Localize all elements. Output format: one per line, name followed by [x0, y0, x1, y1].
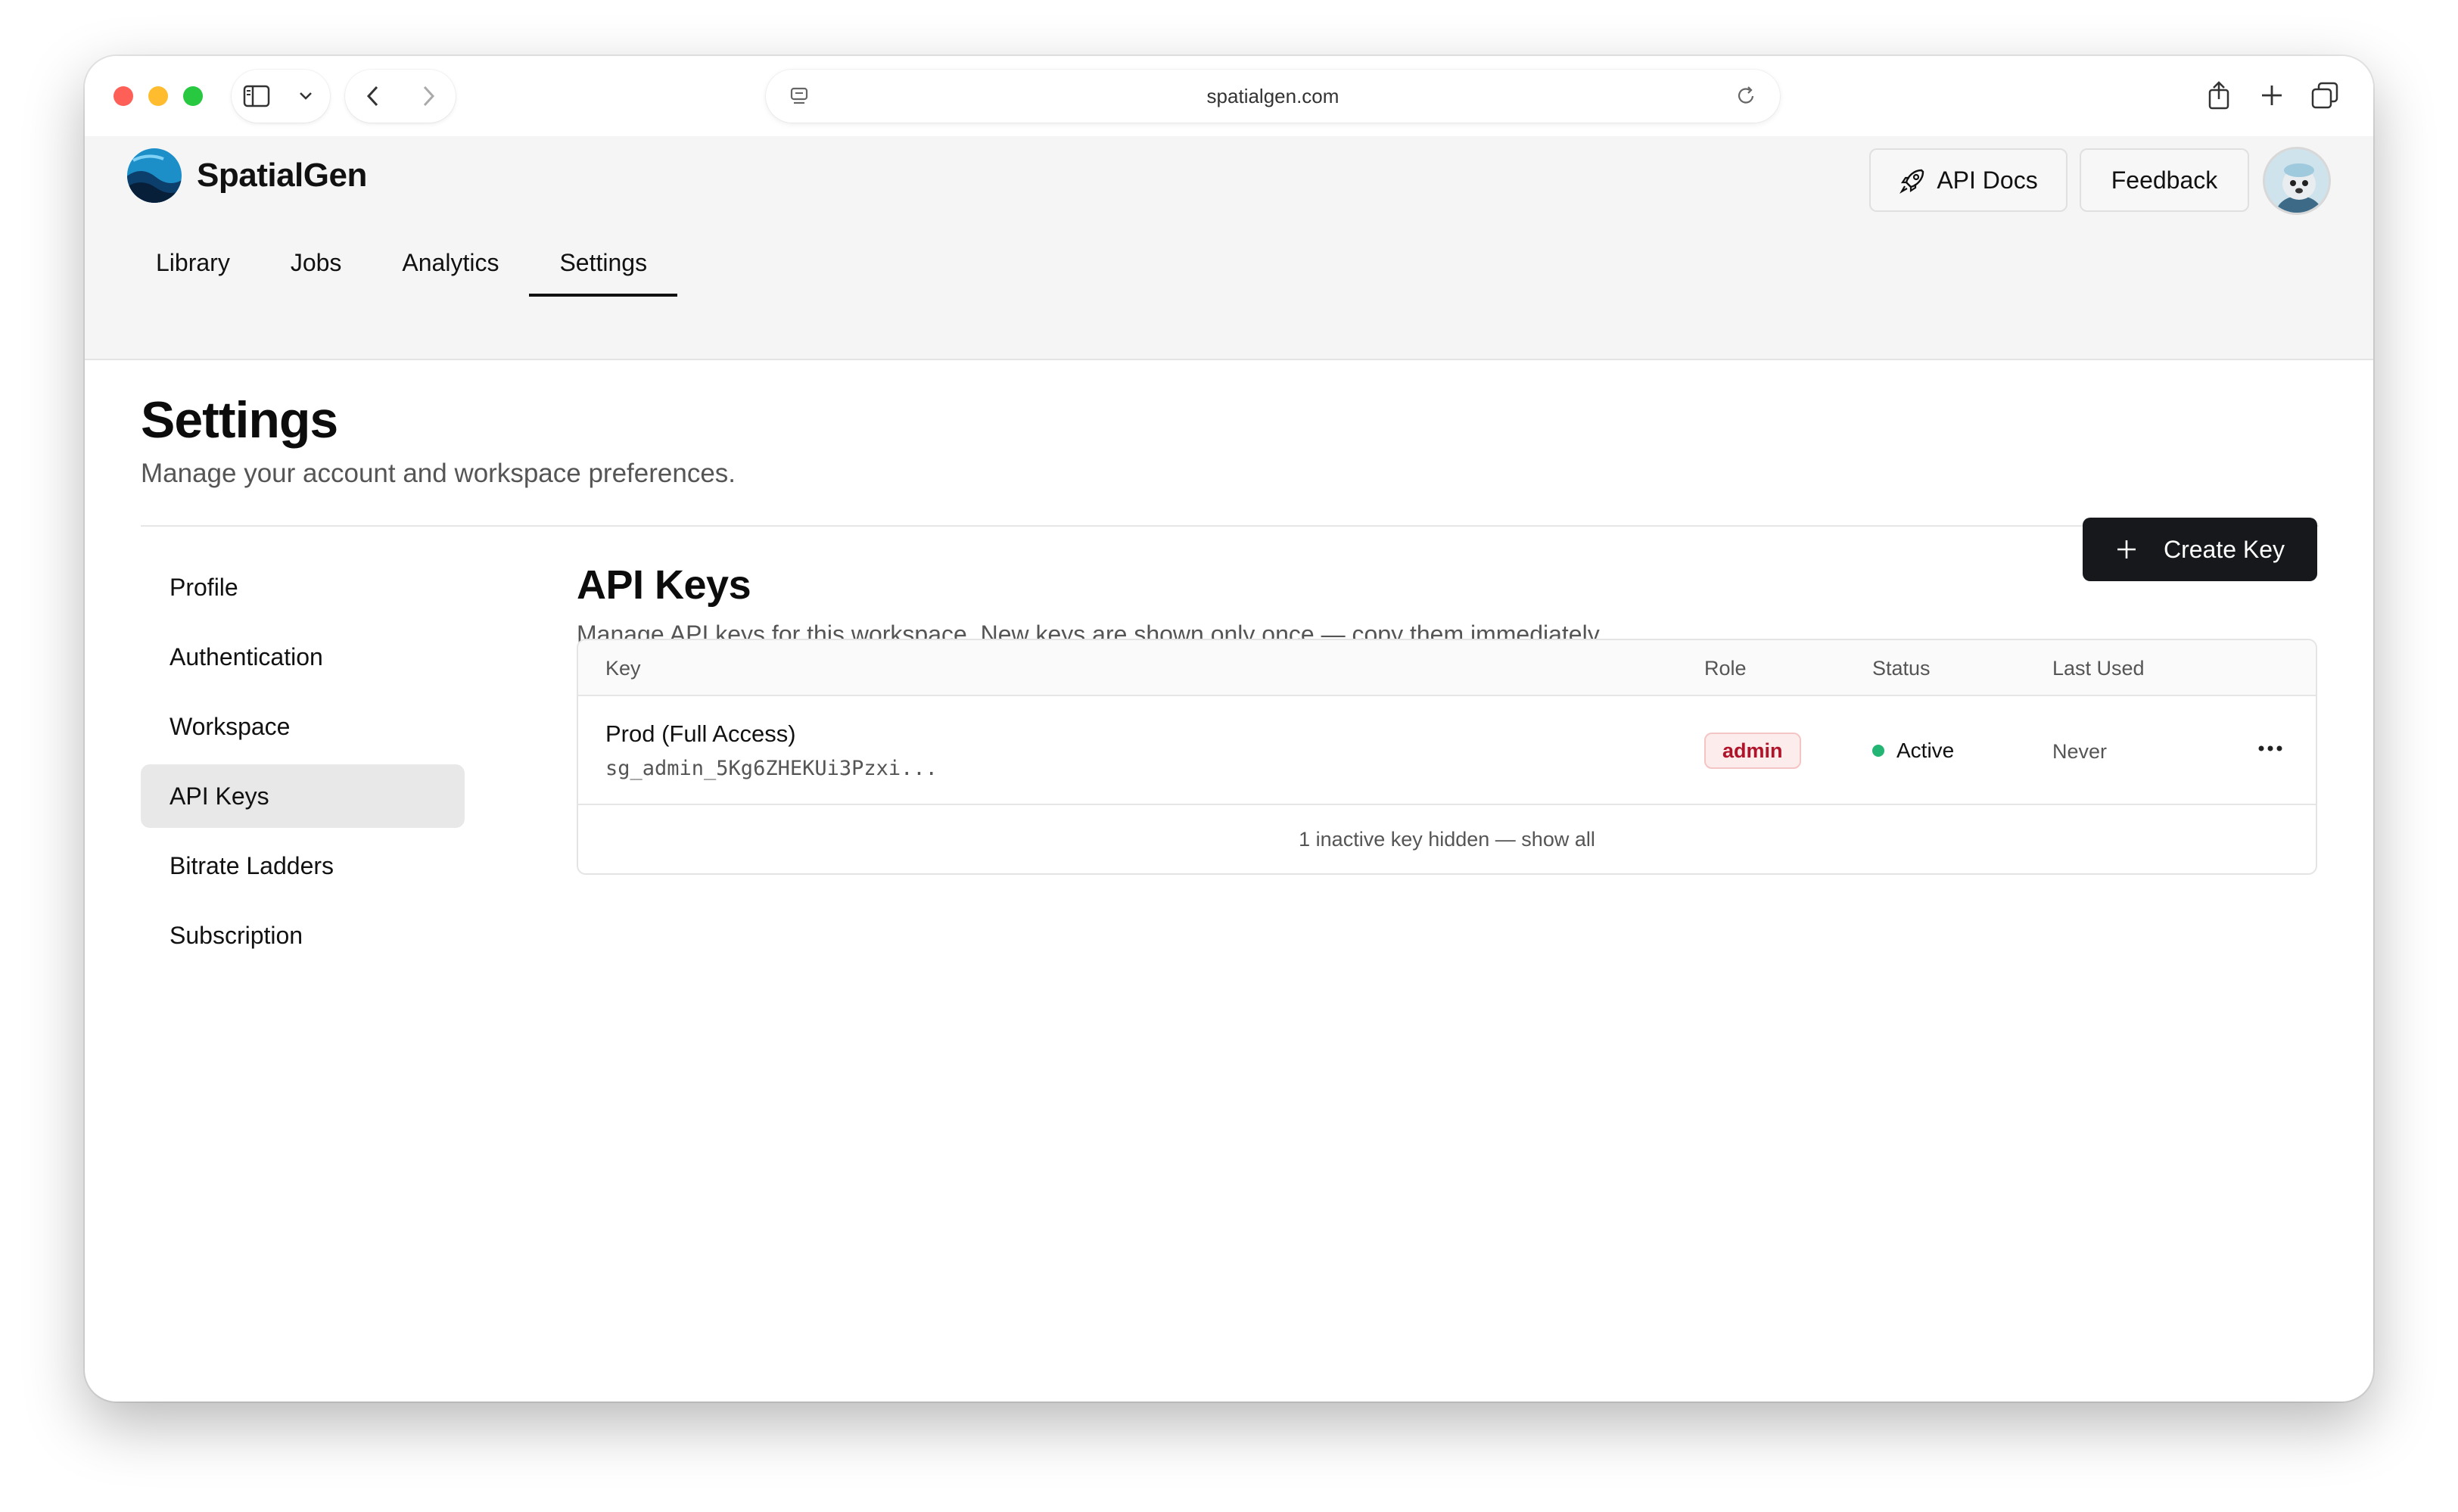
divider: [141, 525, 2319, 527]
tab-library[interactable]: Library: [126, 229, 260, 297]
tab-jobs[interactable]: Jobs: [260, 229, 372, 297]
close-window-button[interactable]: [114, 86, 133, 106]
key-name: Prod (Full Access): [605, 720, 796, 747]
chevron-down-icon[interactable]: [291, 81, 321, 111]
column-header-role: Role: [1704, 657, 1747, 680]
table-row: Prod (Full Access) sg_admin_5Kg6ZHEKUi3P…: [578, 696, 2316, 805]
spatialgen-logo-icon: [126, 147, 183, 204]
role-badge: admin: [1704, 733, 1801, 769]
feedback-label: Feedback: [2111, 166, 2218, 194]
browser-titlebar: spatialgen.com: [85, 56, 2373, 136]
tab-analytics[interactable]: Analytics: [372, 229, 529, 297]
feedback-button[interactable]: Feedback: [2080, 148, 2249, 212]
tab-settings[interactable]: Settings: [529, 229, 677, 297]
last-used-value: Never: [2052, 740, 2108, 763]
app-header: SpatialGen API Docs Feedback Library Job…: [85, 136, 2373, 360]
history-nav-group: [345, 70, 456, 123]
status-dot-icon: [1872, 745, 1884, 757]
column-header-key: Key: [605, 657, 641, 680]
create-key-label: Create Key: [2163, 535, 2285, 563]
brand-name: SpatialGen: [197, 157, 367, 194]
sidebar-item-bitrate-ladders[interactable]: Bitrate Ladders: [141, 834, 465, 898]
sidebar-toggle-icon[interactable]: [241, 81, 272, 111]
sidebar-item-subscription[interactable]: Subscription: [141, 904, 465, 967]
page-subtitle: Manage your account and workspace prefer…: [141, 459, 736, 488]
main-nav: Library Jobs Analytics Settings: [126, 229, 677, 297]
browser-window: spatialgen.com SpatialGen API Docs Feedb…: [85, 56, 2373, 1402]
more-options-icon[interactable]: [2248, 730, 2293, 767]
create-key-button[interactable]: Create Key: [2083, 518, 2317, 581]
show-all-keys-link[interactable]: 1 inactive key hidden — show all: [578, 805, 2316, 873]
status-text: Active: [1896, 739, 1955, 762]
sidebar-item-profile[interactable]: Profile: [141, 555, 465, 619]
api-keys-table: Key Role Status Last Used Prod (Full Acc…: [577, 639, 2317, 875]
status-indicator: Active: [1872, 739, 1954, 763]
plus-icon: [2115, 538, 2138, 561]
sidebar-item-authentication[interactable]: Authentication: [141, 625, 465, 689]
table-header: Key Role Status Last Used: [578, 640, 2316, 696]
minimize-window-button[interactable]: [148, 86, 168, 106]
key-value: sg_admin_5Kg6ZHEKUi3Pzxi...: [605, 757, 938, 780]
tab-overview-icon[interactable]: [2310, 80, 2340, 110]
section-title: API Keys: [577, 562, 751, 608]
page-menu-icon[interactable]: [784, 81, 814, 117]
forward-arrow-icon[interactable]: [413, 81, 443, 111]
sidebar-item-api-keys[interactable]: API Keys: [141, 764, 465, 828]
sidebar-toggle-group: [232, 70, 330, 123]
column-header-last-used: Last Used: [2052, 657, 2145, 680]
rocket-icon: [1899, 166, 1928, 194]
api-docs-button[interactable]: API Docs: [1869, 148, 2068, 212]
address-bar[interactable]: spatialgen.com: [766, 70, 1780, 123]
reload-icon[interactable]: [1731, 81, 1762, 117]
share-icon[interactable]: [2204, 80, 2234, 110]
api-docs-label: API Docs: [1937, 166, 2038, 194]
column-header-status: Status: [1872, 657, 1931, 680]
url-text: spatialgen.com: [1206, 84, 1339, 107]
brand[interactable]: SpatialGen: [126, 147, 367, 204]
zoom-window-button[interactable]: [183, 86, 203, 106]
new-tab-icon[interactable]: [2257, 80, 2287, 110]
settings-sidebar: Profile Authentication Workspace API Key…: [141, 555, 465, 973]
user-avatar[interactable]: [2263, 147, 2331, 215]
sidebar-item-workspace[interactable]: Workspace: [141, 695, 465, 758]
page-title: Settings: [141, 391, 338, 449]
back-arrow-icon[interactable]: [358, 81, 388, 111]
